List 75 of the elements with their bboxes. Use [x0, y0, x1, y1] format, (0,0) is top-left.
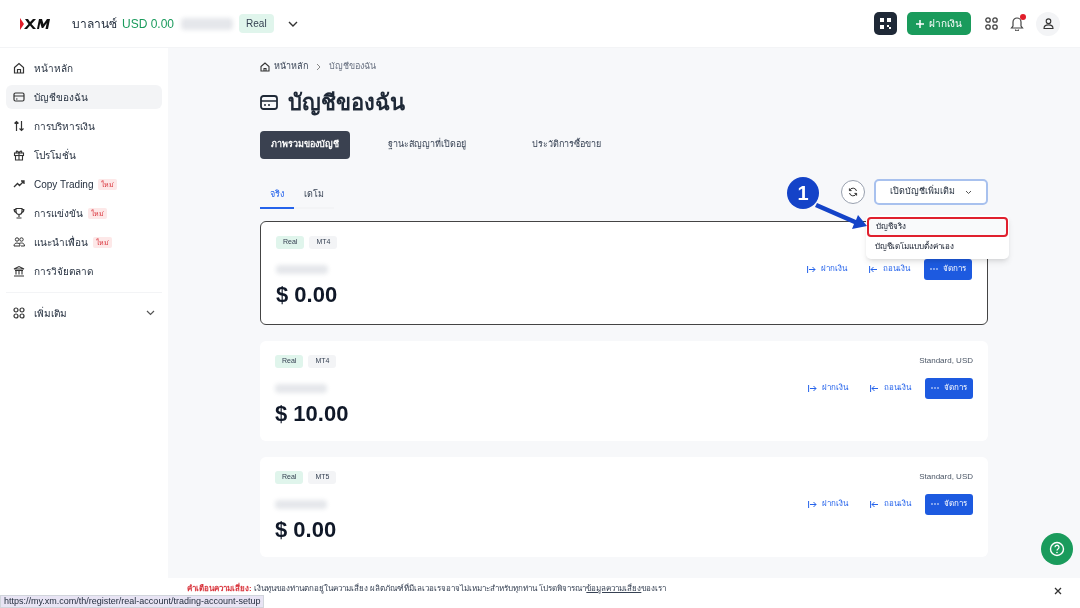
plus-icon: [916, 19, 924, 28]
profile-button[interactable]: [1036, 11, 1060, 36]
person-icon: [1042, 18, 1054, 29]
home-icon[interactable]: [260, 62, 270, 72]
status-url: https://my.xm.com/th/register/real-account/trading-account-setup: [0, 595, 265, 608]
balance-label: บาลานซ์: [72, 15, 117, 33]
card-icon: [260, 95, 278, 110]
arrow-right-bar-icon: [808, 500, 817, 508]
arrow-right-bar-icon: [807, 265, 816, 273]
arrow-left-bar-icon: [870, 384, 879, 392]
sidebar-item[interactable]: การบริหารเงิน: [6, 114, 162, 138]
step-annotation: 1: [786, 176, 868, 232]
breadcrumb-current: บัญชีของฉัน: [329, 60, 376, 74]
tab[interactable]: เดโม: [294, 183, 334, 209]
sidebar-item[interactable]: หน้าหลัก: [6, 56, 162, 80]
people-icon: [13, 236, 25, 248]
risk-link[interactable]: ข้อมูลความเสี่ยง: [586, 584, 642, 593]
xm-logo[interactable]: [20, 16, 50, 31]
withdraw-link[interactable]: ถอนเงิน: [870, 382, 911, 394]
sidebar-more-item[interactable]: เพิ่มเติม: [6, 301, 162, 325]
breadcrumb-link[interactable]: หน้าหลัก: [274, 60, 308, 74]
chevron-down-icon: [965, 189, 972, 195]
withdraw-link[interactable]: ถอนเงิน: [870, 498, 911, 510]
deposit-link[interactable]: ฝากเงิน: [808, 498, 848, 510]
tab[interactable]: ประวัติการซื้อขาย: [504, 131, 629, 159]
account-type: Standard, USD: [919, 355, 973, 368]
account-type: Standard, USD: [919, 471, 973, 484]
apps-grid-icon[interactable]: [985, 17, 998, 30]
manage-button[interactable]: จัดการ: [924, 258, 972, 280]
gift-icon: [13, 149, 25, 161]
close-button[interactable]: [1053, 586, 1062, 595]
account-balance: $ 10.00: [275, 399, 350, 428]
sidebar-item[interactable]: โปรโมชั่น: [6, 143, 162, 167]
qr-code-icon: [880, 18, 891, 29]
bell-icon[interactable]: [1010, 16, 1024, 31]
tab[interactable]: ภาพรวมของบัญชี: [260, 131, 350, 159]
manage-button[interactable]: จัดการ: [925, 493, 973, 515]
account-badge: Real: [239, 14, 274, 33]
account-balance: $ 0.00: [276, 280, 339, 309]
arrows-up-down-icon: [13, 120, 25, 132]
blurred-account-number: [276, 264, 328, 274]
page-title: บัญชีของฉัน: [288, 89, 405, 118]
sidebar-item[interactable]: บัญชีของฉัน: [6, 85, 162, 109]
risk-warning: คำเตือนความเสี่ยง: เงินทุนของท่านตกอยู่ในความเสี่ยง ผลิตภัณฑ์ที่มีเลเวอเรจอาจไม่เหมาะสำหรับทุกท่าน โปรดพิจารณาข้อมูลความเสี่ยงของเรา: [187, 584, 667, 594]
bank-icon: [13, 265, 25, 277]
refresh-icon: [848, 187, 858, 197]
chevron-down-icon[interactable]: [287, 20, 298, 27]
account-balance: $ 0.00: [275, 515, 338, 544]
tab[interactable]: ฐานะสัญญาที่เปิดอยู่: [360, 131, 494, 159]
qr-code-button[interactable]: [874, 12, 897, 35]
deposit-link[interactable]: ฝากเงิน: [808, 382, 848, 394]
arrow-left-bar-icon: [869, 265, 878, 273]
balance-value: USD 0.00: [122, 15, 175, 33]
card-icon: [13, 91, 25, 103]
deposit-button[interactable]: ฝากเงิน: [907, 12, 971, 35]
open-account-dropdown[interactable]: เปิดบัญชีเพิ่มเติม: [874, 179, 988, 205]
home-icon: [13, 62, 25, 74]
sidebar-item[interactable]: การวิจัยตลาด: [6, 259, 162, 283]
chevron-right-icon: [316, 63, 321, 71]
trend-up-icon: [13, 178, 25, 190]
trophy-icon: [13, 207, 25, 219]
withdraw-link[interactable]: ถอนเงิน: [869, 263, 910, 275]
deposit-link[interactable]: ฝากเงิน: [807, 263, 847, 275]
blurred-account-number: [181, 17, 234, 30]
help-button[interactable]: [1041, 533, 1073, 565]
arrow-right-bar-icon: [808, 384, 817, 392]
refresh-button[interactable]: [841, 180, 865, 204]
blurred-account-number: [275, 499, 327, 509]
manage-button[interactable]: จัดการ: [925, 377, 973, 399]
tab[interactable]: จริง: [260, 183, 294, 209]
arrow-left-bar-icon: [870, 500, 879, 508]
blurred-account-number: [275, 383, 327, 393]
apps-grid-icon: [13, 307, 25, 319]
dropdown-item[interactable]: บัญชีจริง: [867, 217, 1008, 237]
help-icon: [1049, 541, 1065, 557]
